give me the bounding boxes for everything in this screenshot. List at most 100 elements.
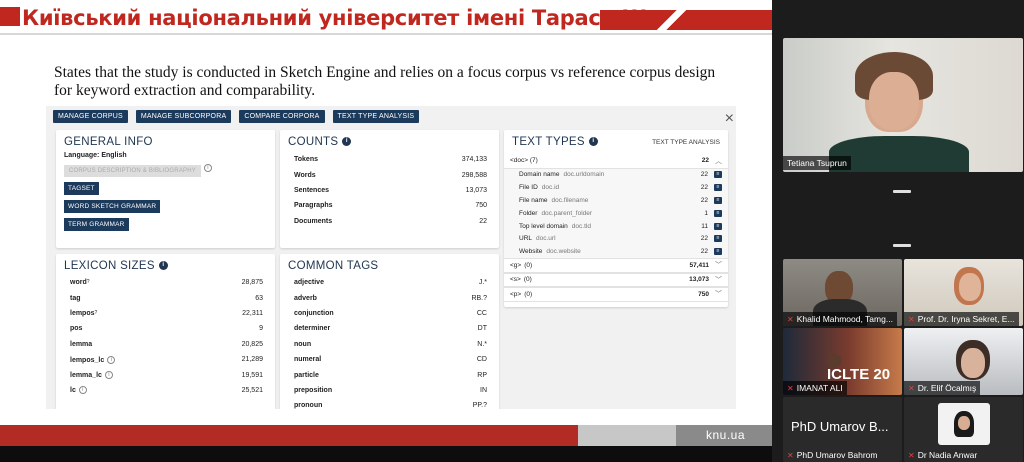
tag-row-label: adverb (294, 294, 317, 302)
attribute-name: Top level domain (519, 222, 568, 230)
doc-attribute-row[interactable]: Top level domain doc.tld 11 ≡ (504, 219, 728, 233)
doc-attribute-row[interactable]: File name doc.filename 22 ≡ (504, 194, 728, 207)
doc-structure-row[interactable]: <doc> (7) 22 ︿ (504, 154, 728, 169)
attribute-key: doc.url (536, 235, 556, 243)
tag-row-label: numeral (294, 356, 322, 364)
structure-count: 57,411 (689, 261, 709, 269)
attribute-name: File name (519, 196, 548, 204)
speaker-face-front (869, 72, 919, 130)
lexicon-row[interactable]: lc i 25,521 (56, 383, 275, 398)
doc-attribute-row[interactable]: File ID doc.id 22 ≡ (504, 181, 728, 195)
speaker-video-tile[interactable]: Tetiana Tsuprun (783, 38, 1023, 172)
lexicon-row[interactable]: pos 9 (56, 321, 275, 336)
count-row-label: Documents (294, 217, 333, 225)
info-icon[interactable]: i (104, 371, 113, 380)
structure-row[interactable]: <g> (0) 57,411 ﹀ (504, 258, 728, 273)
header-divider (0, 33, 772, 35)
tag-row[interactable]: determiner DT (280, 321, 499, 336)
mic-muted-icon: ✕ (787, 451, 794, 460)
doc-attribute-row[interactable]: Website doc.website 22 ≡ (504, 245, 728, 259)
participant-tile-3[interactable]: ICLTE 20 ✕ IMANAT ALI (783, 328, 902, 395)
list-icon[interactable]: ≡ (714, 235, 722, 243)
info-icon[interactable]: i (588, 137, 598, 147)
attribute-key: doc.urldomain (563, 171, 605, 179)
lexicon-row-label: lc (70, 387, 76, 395)
attribute-name: Website (519, 248, 543, 256)
lexicon-row-label: lempos_lc (70, 356, 105, 364)
lexicon-row-label: tag (70, 294, 81, 302)
structure-row[interactable]: <p> (0) 750 ﹀ (504, 287, 728, 302)
help-icon[interactable]: ? (95, 310, 98, 316)
tag-row[interactable]: noun N.* (280, 337, 499, 352)
chevron-down-icon[interactable]: ﹀ (715, 275, 722, 285)
info-icon[interactable]: i (78, 386, 87, 395)
chevron-down-icon[interactable]: ﹀ (715, 289, 722, 299)
attribute-count: 22 (700, 248, 708, 256)
list-icon[interactable]: ≡ (714, 184, 722, 192)
divider-handle[interactable] (893, 190, 911, 193)
participant-name-tag: ✕ Khalid Mahmood, Tamg... (783, 312, 897, 326)
tag-row[interactable]: adjective J.* (280, 275, 499, 290)
participant-face (827, 354, 841, 368)
tag-row-label: conjunction (294, 309, 334, 317)
tagset-button[interactable]: TAGSET (64, 182, 99, 195)
lexicon-row[interactable]: lemma_lc i 19,591 (56, 367, 275, 382)
chevron-up-icon[interactable]: ︿ (715, 156, 722, 166)
tag-row[interactable]: numeral CD (280, 352, 499, 367)
list-icon[interactable]: ≡ (714, 196, 722, 204)
tag-row[interactable]: adverb RB.? (280, 290, 499, 305)
word-sketch-grammar-button[interactable]: WORD SKETCH GRAMMAR (64, 200, 161, 213)
doc-attribute-row[interactable]: Domain name doc.urldomain 22 ≡ (504, 168, 728, 182)
doc-attribute-label: File name doc.filename (519, 197, 588, 204)
doc-attribute-row[interactable]: URL doc.url 22 ≡ (504, 232, 728, 246)
tag-row[interactable]: particle RP (280, 367, 499, 382)
participant-tile-2[interactable]: ✕ Prof. Dr. Iryna Sekret, E... (904, 259, 1023, 326)
slide-header: Київський національний університет імені… (0, 0, 772, 32)
divider-handle[interactable] (893, 244, 911, 247)
participant-tile-5[interactable]: PhD Umarov B... ✕ PhD Umarov Bahrom (783, 397, 902, 462)
lexicon-row[interactable]: lempos_lc i 21,289 (56, 352, 275, 367)
help-icon[interactable]: ? (87, 279, 90, 285)
mic-muted-icon: ✕ (787, 384, 794, 393)
list-icon[interactable]: ≡ (714, 209, 722, 217)
tag-row[interactable]: preposition IN (280, 383, 499, 398)
lexicon-row[interactable]: lemma 20,825 (56, 337, 275, 352)
text-type-analysis-button[interactable]: TEXT TYPE ANALYSIS (332, 110, 420, 123)
structure-row[interactable]: <s> (0) 13,073 ﹀ (504, 272, 728, 288)
info-icon[interactable]: i (158, 261, 168, 271)
lexicon-row[interactable]: word? 28,875 (56, 275, 275, 290)
lexicon-row-value: 22,311 (242, 309, 263, 317)
lexicon-row-label: lemma_lc (70, 371, 102, 379)
compare-corpora-button[interactable]: COMPARE CORPORA (239, 110, 325, 123)
text-type-analysis-link[interactable]: TEXT TYPE ANALYSIS (652, 139, 720, 146)
list-icon[interactable]: ≡ (714, 222, 722, 230)
structure-tag: <p> (510, 290, 522, 298)
common-tags-title: COMMON TAGS (288, 260, 379, 272)
participant-tile-6[interactable]: ✕ Dr Nadia Anwar (904, 397, 1023, 462)
text-types-panel: TEXT TYPES i TEXT TYPE ANALYSIS <doc> (7)… (504, 130, 728, 307)
corpus-description-button[interactable]: CORPUS DESCRIPTION & BIBLIOGRAPHY (64, 165, 201, 177)
participant-face (958, 416, 970, 430)
tag-row-value: IN (480, 386, 487, 394)
manage-subcorpora-button[interactable]: MANAGE SUBCORPORA (135, 110, 232, 123)
tag-row-value: CD (476, 356, 487, 364)
term-grammar-button[interactable]: TERM GRAMMAR (64, 218, 129, 231)
lexicon-row-value: 9 (259, 325, 263, 333)
tag-row[interactable]: conjunction CC (280, 306, 499, 321)
tag-row[interactable]: pronoun PP.? (280, 398, 499, 409)
doc-attribute-row[interactable]: Folder doc.parent_folder 1 ≡ (504, 206, 728, 220)
structure-tag: <s> (510, 276, 521, 284)
lexicon-row[interactable]: lempos? 22,311 (56, 306, 275, 321)
close-icon[interactable]: × (725, 110, 734, 128)
participant-tile-1[interactable]: ✕ Khalid Mahmood, Tamg... (783, 259, 902, 326)
info-icon[interactable]: i (107, 355, 116, 364)
participant-tile-4[interactable]: ✕ Dr. Elif Öcalmış (904, 328, 1023, 395)
lexicon-row[interactable]: tag 63 (56, 290, 275, 305)
info-icon[interactable]: i (342, 137, 352, 147)
list-icon[interactable]: ≡ (714, 171, 722, 179)
manage-corpus-button[interactable]: MANAGE CORPUS (53, 110, 128, 123)
structures-list: <g> (0) 57,411 ﹀ <s> (0) 13,073 ﹀ <p> (0) 750 ﹀ (504, 258, 728, 302)
attribute-count: 22 (700, 171, 708, 179)
list-icon[interactable]: ≡ (714, 248, 722, 256)
chevron-down-icon[interactable]: ﹀ (715, 260, 722, 270)
